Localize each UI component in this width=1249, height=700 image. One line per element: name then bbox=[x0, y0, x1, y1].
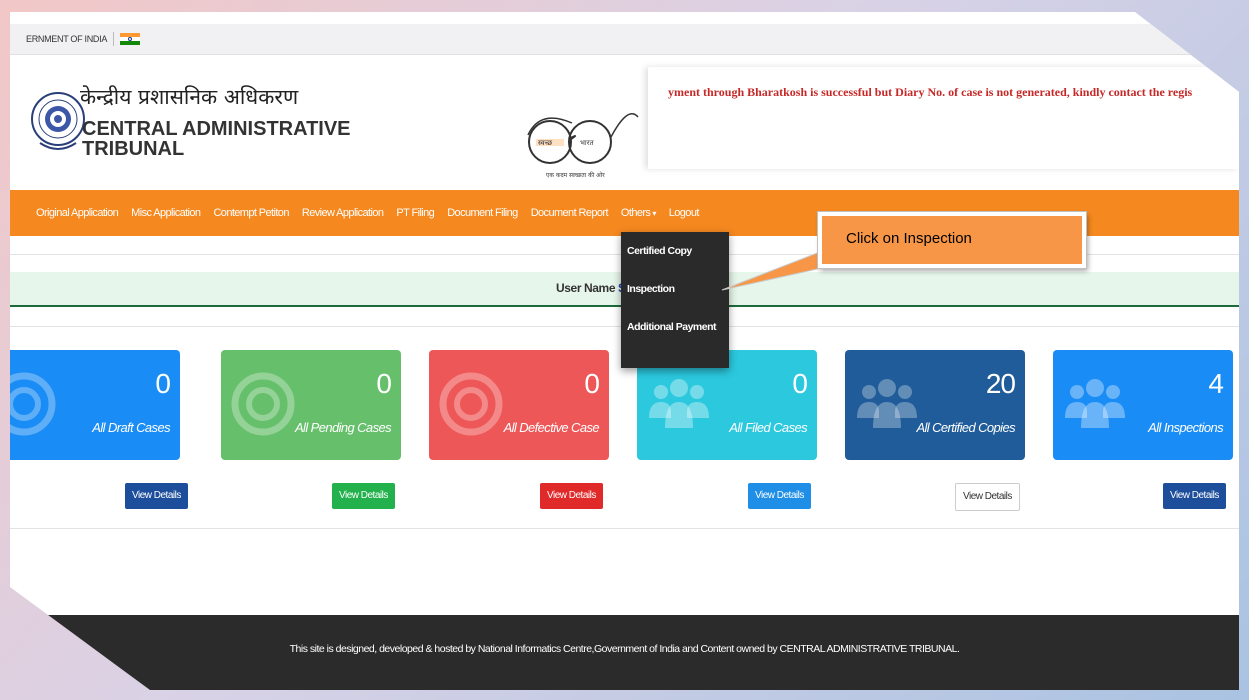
view-details-filed-button[interactable]: View Details bbox=[748, 483, 811, 509]
view-details-certified-button[interactable]: View Details bbox=[955, 483, 1020, 511]
card-count: 0 bbox=[376, 368, 392, 399]
users-icon bbox=[857, 379, 917, 428]
chevron-down-icon: ▾ bbox=[652, 209, 656, 218]
card-count: 0 bbox=[792, 368, 808, 399]
card-label: All Draft Cases bbox=[92, 420, 170, 435]
card-defective-case[interactable]: 0 All Defective Case bbox=[429, 350, 609, 460]
nav-contempt-petition[interactable]: Contempt Petiton bbox=[213, 207, 289, 219]
nav-others[interactable]: Others ▾ bbox=[620, 207, 657, 219]
card-count: 20 bbox=[985, 368, 1016, 399]
view-details-inspections-button[interactable]: View Details bbox=[1163, 483, 1226, 509]
users-icon bbox=[1065, 379, 1125, 428]
view-details-draft-button[interactable]: View Details bbox=[125, 483, 188, 509]
user-name-label: User Name bbox=[556, 281, 616, 295]
site-footer: This site is designed, developed & hoste… bbox=[10, 615, 1239, 690]
target-icon bbox=[439, 372, 503, 436]
card-draft-cases[interactable]: 0 All Draft Cases bbox=[10, 350, 180, 460]
menu-item-inspection[interactable]: Inspection bbox=[621, 270, 729, 308]
swachh-left-text: स्वच्छ bbox=[538, 139, 553, 147]
title-english-line2: TRIBUNAL bbox=[82, 138, 185, 160]
cat-emblem-icon bbox=[31, 92, 85, 150]
card-label: All Inspections bbox=[1148, 420, 1223, 435]
users-icon bbox=[649, 379, 709, 428]
view-details-defective-button[interactable]: View Details bbox=[540, 483, 603, 509]
card-label: All Pending Cases bbox=[294, 420, 392, 435]
swachh-tagline: एक कदम स्वच्छता की ओर bbox=[546, 171, 605, 179]
india-flag-icon bbox=[120, 33, 141, 45]
government-bar: ERNMENT OF INDIA bbox=[10, 24, 1239, 55]
menu-item-additional-payment[interactable]: Additional Payment bbox=[621, 308, 729, 346]
divider bbox=[10, 528, 1239, 529]
government-text: ERNMENT OF INDIA bbox=[26, 34, 108, 44]
divider bbox=[113, 32, 115, 46]
title-english: CENTRAL ADMINISTRATIVE TRIBUNAL bbox=[82, 119, 351, 159]
nav-pt-filing[interactable]: PT Filing bbox=[396, 207, 434, 219]
card-count: 0 bbox=[584, 368, 600, 399]
target-icon bbox=[10, 372, 56, 436]
swachh-bharat-logo-icon: स्वच्छ भारत एक कदम स्वच्छता की ओर bbox=[527, 113, 639, 179]
notice-marquee: yment through Bharatkosh is successful b… bbox=[648, 67, 1239, 169]
swachh-right-text: भारत bbox=[580, 139, 595, 147]
menu-item-certified-copy[interactable]: Certified Copy bbox=[621, 232, 729, 270]
nav-document-filing[interactable]: Document Filing bbox=[447, 207, 518, 219]
notice-text: yment through Bharatkosh is successful b… bbox=[668, 85, 1193, 99]
view-details-pending-button[interactable]: View Details bbox=[332, 483, 395, 509]
target-icon bbox=[231, 372, 295, 436]
card-count: 0 bbox=[155, 368, 171, 399]
card-label: All Filed Cases bbox=[729, 420, 807, 435]
nav-original-application[interactable]: Original Application bbox=[36, 207, 119, 219]
others-dropdown-menu: Certified Copy Inspection Additional Pay… bbox=[621, 232, 729, 368]
card-label: All Certified Copies bbox=[916, 420, 1015, 435]
card-count: 4 bbox=[1208, 368, 1224, 399]
card-label: All Defective Case bbox=[503, 420, 600, 435]
card-inspections[interactable]: 4 All Inspections bbox=[1053, 350, 1233, 460]
user-name-line: User Name S bbox=[556, 281, 626, 295]
footer-text: This site is designed, developed & hoste… bbox=[289, 643, 960, 655]
instruction-callout: Click on Inspection bbox=[817, 211, 1087, 269]
nav-review-application[interactable]: Review Application bbox=[302, 207, 384, 219]
nav-logout[interactable]: Logout bbox=[669, 207, 700, 219]
card-certified-copies[interactable]: 20 All Certified Copies bbox=[845, 350, 1025, 460]
site-header: केन्द्रीय प्रशासनिक अधिकरण CENTRAL ADMIN… bbox=[10, 57, 1239, 187]
title-hindi: केन्द्रीय प्रशासनिक अधिकरण bbox=[80, 85, 299, 109]
nav-misc-application[interactable]: Misc Application bbox=[131, 207, 201, 219]
callout-text: Click on Inspection bbox=[846, 230, 972, 247]
nav-others-label: Others bbox=[620, 207, 651, 219]
nav-document-report[interactable]: Document Report bbox=[531, 207, 609, 219]
title-english-line1: CENTRAL ADMINISTRATIVE bbox=[82, 118, 351, 140]
card-pending-cases[interactable]: 0 All Pending Cases bbox=[221, 350, 401, 460]
screenshot-frame: ERNMENT OF INDIA केन्द्रीय प्रशासनिक अधि… bbox=[10, 12, 1239, 690]
